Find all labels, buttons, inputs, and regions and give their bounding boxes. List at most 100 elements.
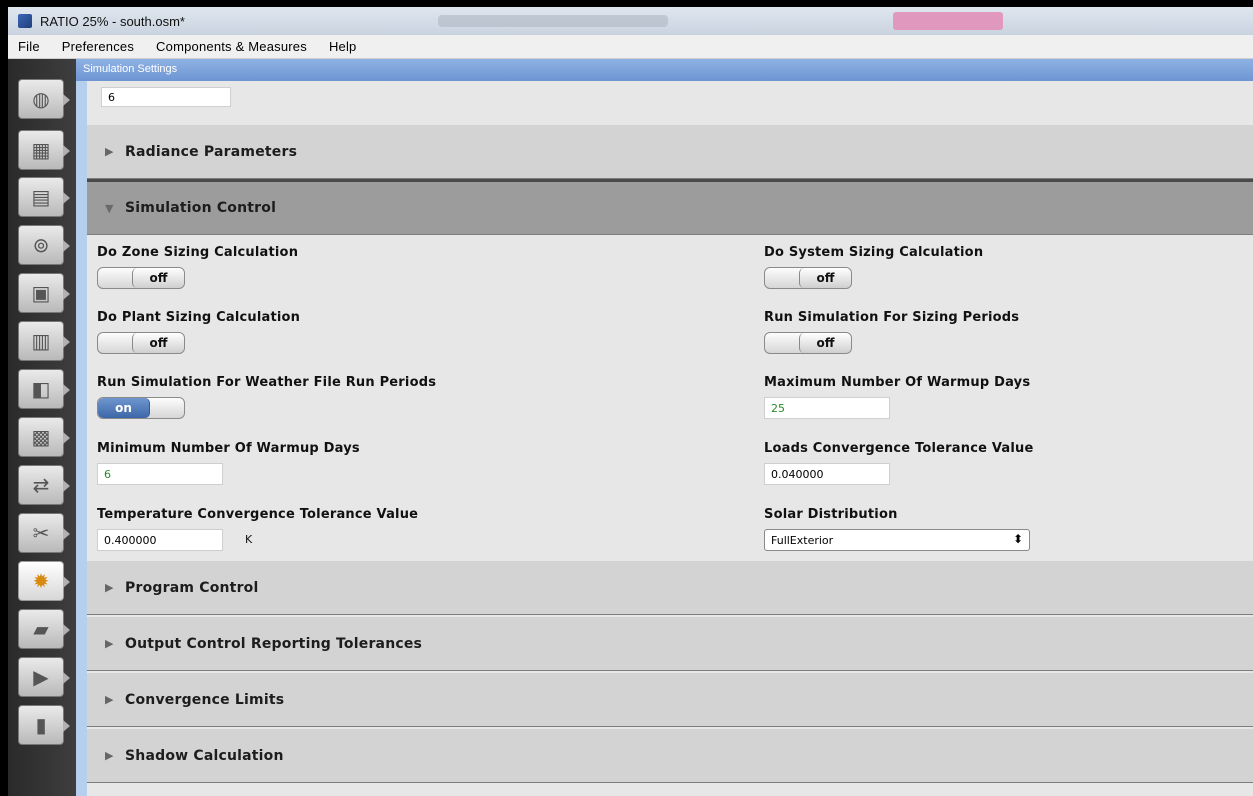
run-simulation-tool-icon: ▶ [33, 665, 49, 689]
thermal-zones-tool-icon: ▩ [31, 425, 51, 449]
panel-header: Simulation Settings [76, 59, 1253, 81]
spaces-tool-icon: ◧ [31, 377, 51, 401]
menu-bar: File Preferences Components & Measures H… [8, 35, 1253, 59]
top-value-field[interactable]: 6 [101, 87, 231, 107]
hvac-systems-tool-icon: ⇄ [32, 473, 50, 497]
temperature-tolerance-field: Temperature Convergence Tolerance Value … [97, 507, 419, 551]
title-bar: RATIO 25% - south.osm* [8, 7, 1253, 35]
thermal-zones-tool-button[interactable]: ▩ [18, 417, 70, 457]
facility-tool-icon: ▥ [31, 329, 51, 353]
section-program-control[interactable]: ▶ Program Control [87, 561, 1253, 615]
variables-tool-button[interactable]: ✂ [18, 513, 70, 553]
solar-distribution-field: Solar Distribution FullExterior ⬍ [764, 507, 1030, 551]
max-warmup-days-field: Maximum Number Of Warmup Days 25 [764, 375, 1031, 419]
tool-sidebar: ◍ ▦ ▤ ⊚ ▣ ▥ ◧ ▩ ⇄ ✂ ✹ ▰ ▶ ▮ [8, 59, 76, 796]
field-label: Do System Sizing Calculation [764, 245, 984, 260]
run-weather-periods-field: Run Simulation For Weather File Run Peri… [97, 375, 437, 419]
collapsed-arrow-icon: ▶ [105, 637, 114, 650]
do-plant-sizing-toggle[interactable]: off [97, 332, 185, 354]
do-system-sizing-field: Do System Sizing Calculation off [764, 245, 984, 289]
blurred-tab-highlight [893, 12, 1003, 30]
selected-value: FullExterior [771, 534, 834, 547]
toggle-state: on [98, 398, 150, 418]
section-label: Convergence Limits [125, 691, 285, 708]
hvac-systems-tool-button[interactable]: ⇄ [18, 465, 70, 505]
space-types-tool-button[interactable]: ▣ [18, 273, 70, 313]
section-radiance-parameters[interactable]: ▶ Radiance Parameters [87, 125, 1253, 179]
toggle-state: off [799, 333, 851, 353]
blurred-tab [438, 15, 668, 27]
application-window: RATIO 25% - south.osm* File Preferences … [0, 0, 1253, 796]
collapsed-arrow-icon: ▶ [105, 693, 114, 706]
simulation-control-body: Do Zone Sizing Calculation off Do System… [87, 235, 1253, 561]
menu-file[interactable]: File [8, 39, 51, 54]
constructions-tool-icon: ▤ [31, 185, 51, 209]
section-simulation-control[interactable]: ▼ Simulation Control [87, 179, 1253, 235]
app-icon [18, 14, 32, 28]
updown-arrows-icon: ⬍ [1012, 532, 1023, 546]
site-tool-button[interactable]: ◍ [18, 79, 70, 119]
menu-preferences[interactable]: Preferences [51, 39, 145, 54]
schedules-tool-icon: ▦ [31, 138, 51, 162]
constructions-tool-button[interactable]: ▤ [18, 177, 70, 217]
collapsed-arrow-icon: ▶ [105, 749, 114, 762]
section-label: Program Control [125, 579, 259, 596]
scripts-tool-button[interactable]: ▰ [18, 609, 70, 649]
section-convergence-limits[interactable]: ▶ Convergence Limits [87, 673, 1253, 727]
section-label: Simulation Control [125, 200, 277, 216]
field-label: Loads Convergence Tolerance Value [764, 441, 1034, 456]
settings-content: 6 ▶ Radiance Parameters ▼ Simulation Con… [87, 81, 1253, 796]
solar-distribution-select[interactable]: FullExterior ⬍ [764, 529, 1030, 551]
field-label: Do Zone Sizing Calculation [97, 245, 299, 260]
expanded-arrow-icon: ▼ [105, 201, 114, 215]
do-system-sizing-toggle[interactable]: off [764, 267, 852, 289]
panel-title: Simulation Settings [83, 63, 178, 75]
toggle-state: off [132, 333, 184, 353]
site-tool-icon: ◍ [32, 87, 50, 111]
spaces-tool-button[interactable]: ◧ [18, 369, 70, 409]
collapsed-arrow-icon: ▶ [105, 581, 114, 594]
field-label: Solar Distribution [764, 507, 898, 522]
schedules-tool-button[interactable]: ▦ [18, 130, 70, 170]
do-zone-sizing-field: Do Zone Sizing Calculation off [97, 245, 299, 289]
simulation-settings-tool-button[interactable]: ✹ [18, 561, 70, 601]
results-summary-tool-button[interactable]: ▮ [18, 705, 70, 745]
field-label: Run Simulation For Weather File Run Peri… [97, 375, 437, 390]
section-label: Shadow Calculation [125, 747, 284, 764]
temperature-unit: K [245, 533, 253, 546]
field-label: Run Simulation For Sizing Periods [764, 310, 1020, 325]
run-sizing-periods-field: Run Simulation For Sizing Periods off [764, 310, 1020, 354]
scripts-tool-icon: ▰ [33, 617, 49, 641]
loads-tool-icon: ⊚ [32, 233, 50, 257]
section-label: Output Control Reporting Tolerances [125, 635, 423, 652]
section-label: Radiance Parameters [125, 143, 298, 160]
facility-tool-button[interactable]: ▥ [18, 321, 70, 361]
simulation-settings-tool-icon: ✹ [32, 569, 50, 593]
do-zone-sizing-toggle[interactable]: off [97, 267, 185, 289]
space-types-tool-icon: ▣ [31, 281, 51, 305]
field-label: Temperature Convergence Tolerance Value [97, 507, 419, 522]
max-warmup-days-input[interactable]: 25 [764, 397, 890, 419]
section-shadow-calculation[interactable]: ▶ Shadow Calculation [87, 729, 1253, 783]
collapsed-arrow-icon: ▶ [105, 145, 114, 158]
field-label: Maximum Number Of Warmup Days [764, 375, 1031, 390]
section-output-control-reporting-tolerances[interactable]: ▶ Output Control Reporting Tolerances [87, 617, 1253, 671]
loads-tool-button[interactable]: ⊚ [18, 225, 70, 265]
run-sizing-periods-toggle[interactable]: off [764, 332, 852, 354]
sidebar-accent-strip [76, 59, 87, 796]
min-warmup-days-input[interactable]: 6 [97, 463, 223, 485]
run-simulation-tool-button[interactable]: ▶ [18, 657, 70, 697]
run-weather-periods-toggle[interactable]: on [97, 397, 185, 419]
toggle-state: off [132, 268, 184, 288]
results-summary-tool-icon: ▮ [35, 713, 47, 737]
toggle-state: off [799, 268, 851, 288]
temperature-tolerance-input[interactable]: 0.400000 [97, 529, 223, 551]
menu-components-measures[interactable]: Components & Measures [145, 39, 318, 54]
menu-help[interactable]: Help [318, 39, 368, 54]
do-plant-sizing-field: Do Plant Sizing Calculation off [97, 310, 301, 354]
field-label: Minimum Number Of Warmup Days [97, 441, 360, 456]
loads-tolerance-field: Loads Convergence Tolerance Value 0.0400… [764, 441, 1034, 485]
window-title: RATIO 25% - south.osm* [40, 13, 185, 29]
field-label: Do Plant Sizing Calculation [97, 310, 301, 325]
loads-tolerance-input[interactable]: 0.040000 [764, 463, 890, 485]
